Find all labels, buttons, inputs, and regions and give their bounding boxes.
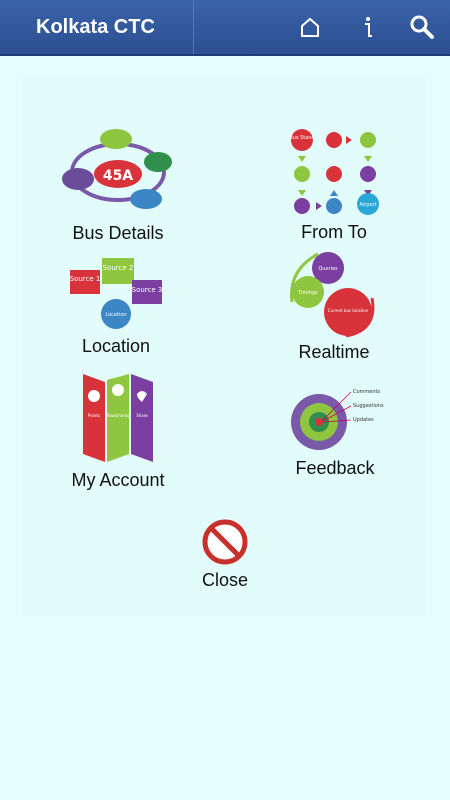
comments-text: Comments xyxy=(353,389,380,395)
feedback-tile[interactable]: Comments Suggestions Updates Feedback xyxy=(284,382,386,482)
app-bar: Kolkata CTC xyxy=(0,0,450,56)
from-to-icon: Bus Stand Airport xyxy=(289,129,379,215)
bus-details-icon: 45A xyxy=(62,129,172,209)
feedback-label: Feedback xyxy=(295,458,375,478)
bus-stand-text: Bus Stand xyxy=(289,135,314,141)
current-bus-location-text: Current bus location xyxy=(328,308,369,313)
location-label: Location xyxy=(81,336,151,356)
from-to-tile[interactable]: Bus Stand Airport From To xyxy=(282,126,386,242)
title-area: Kolkata CTC xyxy=(0,0,194,54)
queries-text: Queries xyxy=(318,266,338,272)
location-icon: Source 1 Source 2 Source 3 Location xyxy=(70,258,163,329)
close-label: Close xyxy=(201,570,249,590)
location-node-text: Location xyxy=(105,312,126,318)
my-account-label: My Account xyxy=(71,470,165,490)
realtime-tile[interactable]: Queries Timings Current bus location Rea… xyxy=(280,250,388,366)
bus-details-tile[interactable]: 45A Bus Details xyxy=(52,124,184,244)
timings-text: Timings xyxy=(297,290,318,296)
realtime-label: Realtime xyxy=(298,342,370,362)
my-account-tile[interactable]: Points Bookmarks Share My Account xyxy=(62,370,174,494)
source-3-text: Source 3 xyxy=(132,286,163,294)
home-icon[interactable] xyxy=(288,0,332,54)
my-account-icon: Points Bookmarks Share xyxy=(83,374,153,462)
share-text: Share xyxy=(136,413,148,418)
close-icon xyxy=(202,519,248,565)
app-title: Kolkata CTC xyxy=(36,16,155,38)
bus-number-text: 45A xyxy=(103,168,133,184)
suggestions-text: Suggestions xyxy=(353,403,384,409)
from-to-label: From To xyxy=(301,222,367,242)
search-icon[interactable] xyxy=(400,0,444,54)
close-tile[interactable]: Close xyxy=(190,518,260,594)
info-icon[interactable] xyxy=(346,0,390,54)
source-2-text: Source 2 xyxy=(103,264,134,272)
realtime-gears-icon: Queries Timings Current bus location xyxy=(290,252,375,338)
location-tile[interactable]: Source 1 Source 2 Source 3 Location Loca… xyxy=(66,256,166,360)
bus-details-label: Bus Details xyxy=(72,223,164,243)
feedback-target-icon: Comments Suggestions Updates xyxy=(291,389,384,450)
bookmarks-text: Bookmarks xyxy=(107,413,129,418)
points-text: Points xyxy=(88,413,100,418)
airport-text: Airport xyxy=(359,202,376,208)
source-1-text: Source 1 xyxy=(70,275,101,283)
updates-text: Updates xyxy=(353,417,374,423)
